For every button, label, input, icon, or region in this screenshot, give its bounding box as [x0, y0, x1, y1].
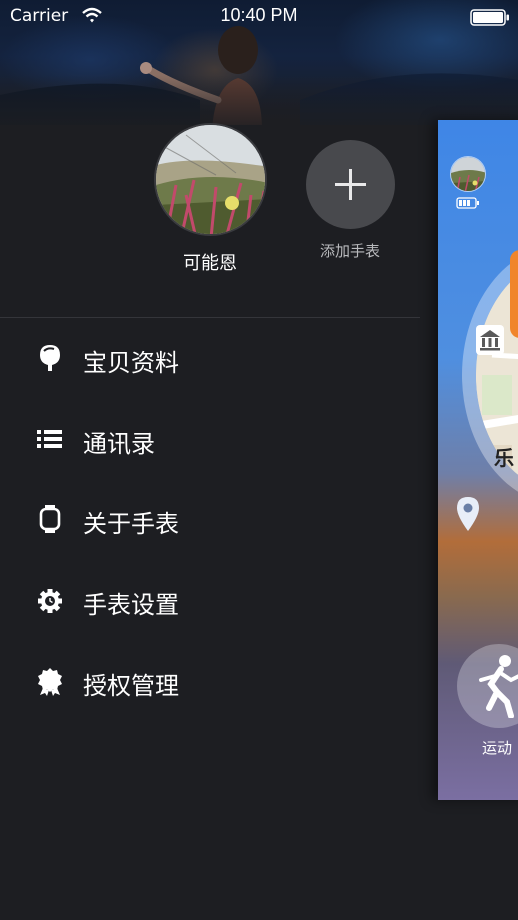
app-screen: Carrier 10:40 PM 可能恩 添加手表 宝贝资料 通讯录 关于手表 …: [0, 0, 518, 920]
gear-clock-icon: [38, 589, 62, 613]
list-icon: [37, 430, 62, 448]
running-person-icon: [479, 655, 518, 718]
menu-item-label: 关于手表: [83, 511, 179, 538]
watch-icon: [39, 505, 61, 533]
menu-item-baby-profile[interactable]: 宝贝资料: [0, 329, 430, 389]
menu-item-label: 手表设置: [83, 592, 179, 619]
child-head-icon: [40, 345, 60, 371]
menu-item-about-watch[interactable]: 关于手表: [0, 490, 430, 550]
menu-item-label: 宝贝资料: [83, 350, 179, 377]
menu-item-watch-settings[interactable]: 手表设置: [0, 571, 430, 631]
map-label-text: 乐: [494, 446, 514, 470]
profile-name[interactable]: 可能恩: [150, 249, 270, 275]
status-bar: Carrier 10:40 PM: [0, 0, 518, 34]
add-watch-label[interactable]: 添加手表: [300, 240, 400, 261]
menu-item-label: 授权管理: [83, 673, 179, 700]
divider: [0, 317, 420, 318]
add-watch-button[interactable]: [306, 140, 395, 229]
watch-avatar[interactable]: [154, 123, 267, 236]
avatar-photo: [156, 125, 265, 234]
menu-item-contacts[interactable]: 通讯录: [0, 410, 430, 470]
status-time: 10:40 PM: [220, 5, 298, 25]
main-screen-preview[interactable]: 乐 运动: [438, 120, 518, 800]
bank-icon: [476, 325, 504, 355]
menu-item-label: 通讯录: [83, 431, 155, 458]
menu-item-authorization[interactable]: 授权管理: [0, 652, 430, 712]
badge-icon: [38, 668, 62, 696]
orange-side-tab[interactable]: [510, 250, 518, 338]
sport-label[interactable]: 运动: [482, 737, 512, 758]
sport-button[interactable]: [457, 644, 518, 728]
preview-avatar[interactable]: [450, 156, 486, 192]
plus-icon: [335, 169, 366, 200]
preview-avatar-photo: [451, 157, 485, 191]
watch-battery-icon: [456, 197, 479, 209]
battery-icon: [470, 9, 509, 26]
location-pin-icon[interactable]: [455, 496, 481, 532]
